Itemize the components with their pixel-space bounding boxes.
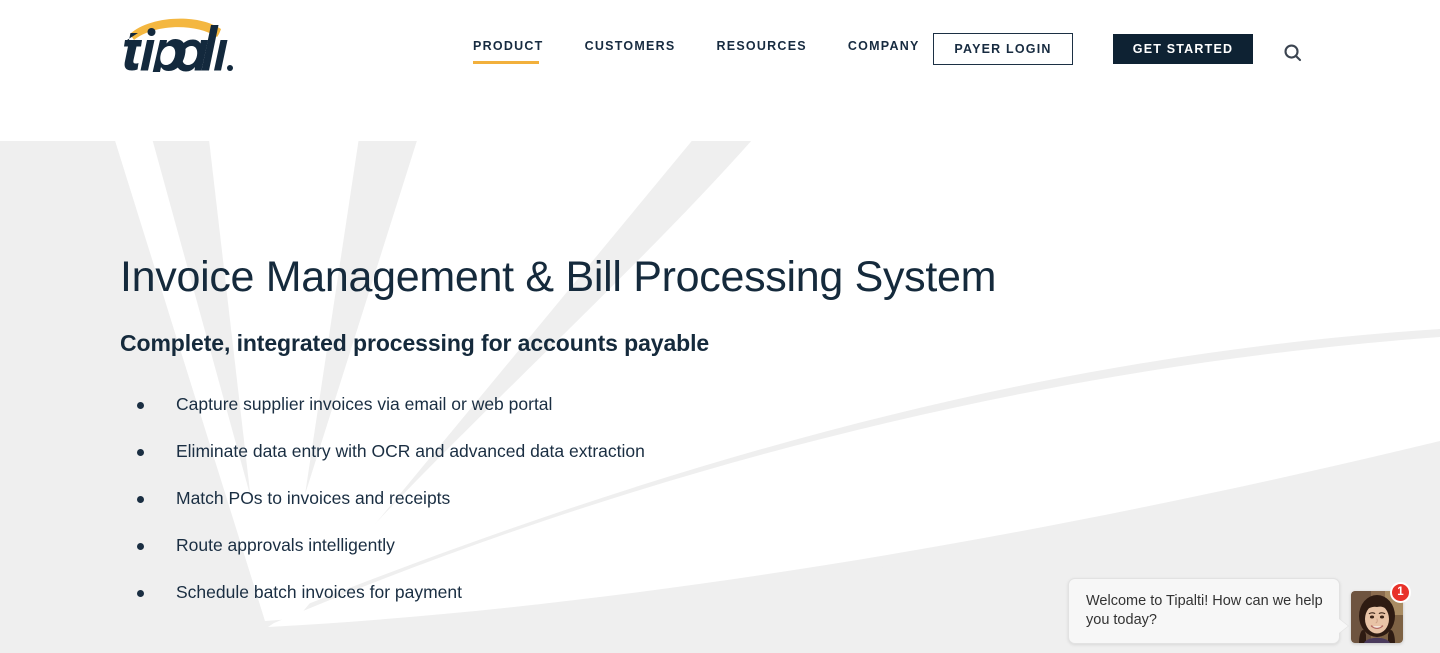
list-item: Eliminate data entry with OCR and advanc… xyxy=(120,428,1020,475)
list-item: Capture supplier invoices via email or w… xyxy=(120,381,1020,428)
feature-list: Capture supplier invoices via email or w… xyxy=(120,381,1020,616)
chat-message-bubble[interactable]: Welcome to Tipalti! How can we help you … xyxy=(1068,578,1349,644)
nav-item-label: RESOURCES xyxy=(716,39,807,53)
nav-item-label: CUSTOMERS xyxy=(584,39,676,53)
primary-nav: PRODUCT CUSTOMERS RESOURCES COMPANY xyxy=(473,38,920,66)
tipalti-logo-icon xyxy=(124,18,233,82)
list-item: Route approvals intelligently xyxy=(120,522,1020,569)
tipalti-logo[interactable] xyxy=(118,14,233,82)
search-icon xyxy=(1284,44,1302,62)
list-item-label: Schedule batch invoices for payment xyxy=(176,582,462,602)
chat-avatar-launcher[interactable]: 1 xyxy=(1351,582,1411,643)
payer-login-button[interactable]: PAYER LOGIN xyxy=(933,33,1073,65)
nav-item-company[interactable]: COMPANY xyxy=(848,38,920,66)
hero-section: Invoice Management & Bill Processing Sys… xyxy=(0,141,1440,653)
nav-item-product[interactable]: PRODUCT xyxy=(473,38,544,66)
bullet-dot-icon xyxy=(137,402,144,409)
chat-widget: Welcome to Tipalti! How can we help you … xyxy=(1068,578,1411,644)
list-item-label: Match POs to invoices and receipts xyxy=(176,488,451,508)
get-started-button[interactable]: GET STARTED xyxy=(1113,34,1253,64)
site-header: PRODUCT CUSTOMERS RESOURCES COMPANY PAYE… xyxy=(0,0,1440,141)
bullet-dot-icon xyxy=(137,543,144,550)
list-item-label: Capture supplier invoices via email or w… xyxy=(176,394,553,414)
bullet-dot-icon xyxy=(137,449,144,456)
nav-item-customers[interactable]: CUSTOMERS xyxy=(585,38,676,66)
bullet-dot-icon xyxy=(137,590,144,597)
page-root: PRODUCT CUSTOMERS RESOURCES COMPANY PAYE… xyxy=(0,0,1440,653)
nav-item-label: PRODUCT xyxy=(473,39,544,53)
nav-item-label: COMPANY xyxy=(847,39,920,53)
nav-item-resources[interactable]: RESOURCES xyxy=(716,38,806,66)
bullet-dot-icon xyxy=(137,496,144,503)
list-item-label: Route approvals intelligently xyxy=(176,535,395,555)
list-item: Match POs to invoices and receipts xyxy=(120,475,1020,522)
chat-message-text: Welcome to Tipalti! How can we help you … xyxy=(1086,593,1323,628)
list-item-label: Eliminate data entry with OCR and advanc… xyxy=(176,441,645,461)
unread-badge: 1 xyxy=(1390,582,1411,603)
page-title: Invoice Management & Bill Processing Sys… xyxy=(120,253,997,301)
list-item: Schedule batch invoices for payment xyxy=(120,569,1020,616)
search-button[interactable] xyxy=(1281,41,1307,67)
page-subtitle: Complete, integrated processing for acco… xyxy=(120,330,710,356)
